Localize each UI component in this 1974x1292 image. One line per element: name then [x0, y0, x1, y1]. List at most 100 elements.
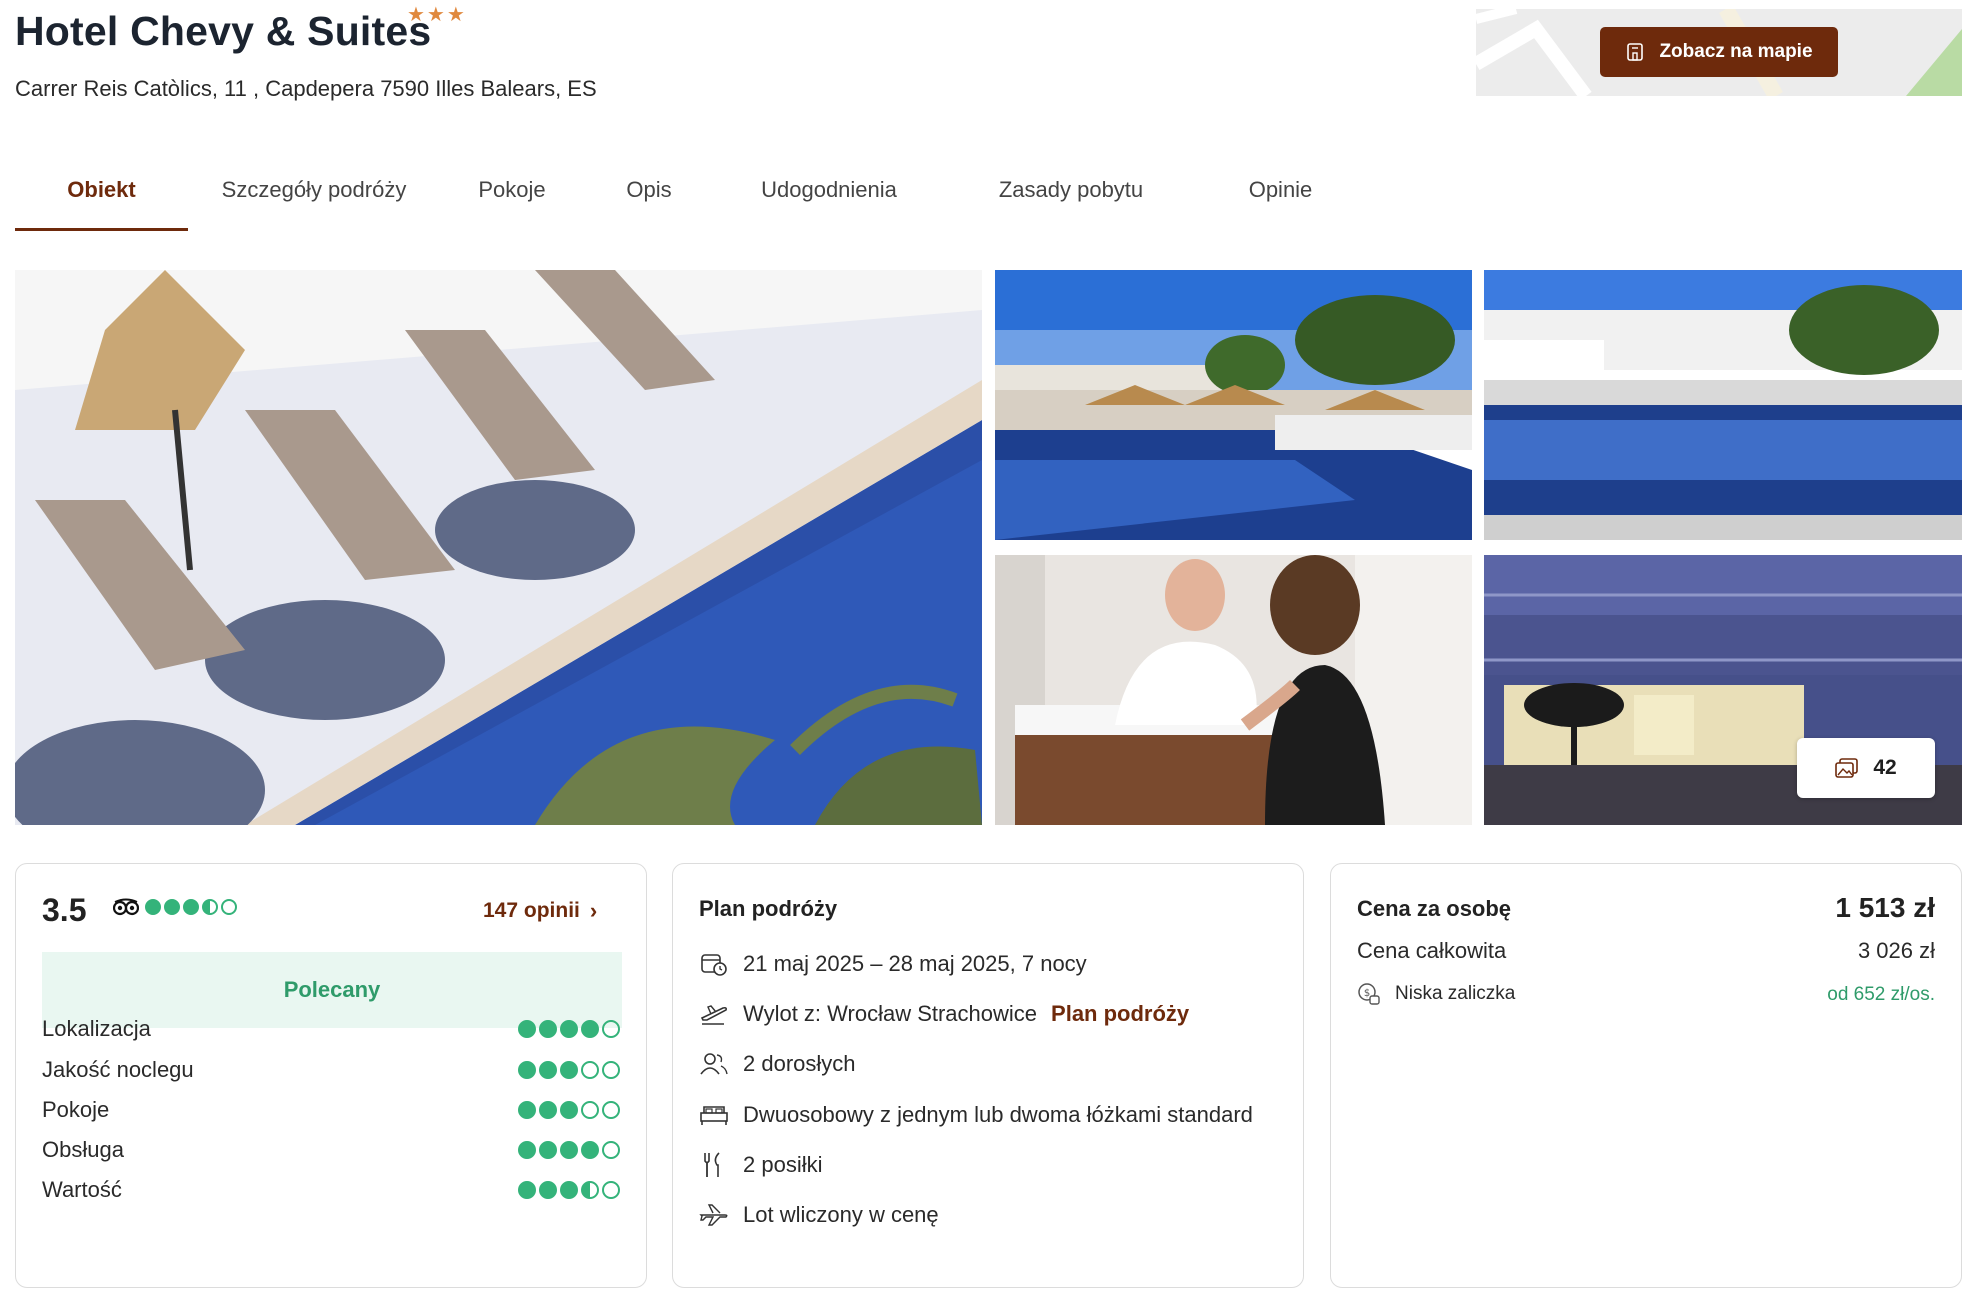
tab-label: Zasady pobytu — [998, 177, 1144, 202]
rating-dot-empty — [602, 1020, 620, 1038]
chevron-right-icon: › — [589, 898, 598, 923]
price-total-label: Cena całkowita — [1357, 938, 1507, 963]
tab-label: Opinie — [1248, 177, 1313, 202]
plane-icon — [699, 1204, 728, 1226]
price-per-person-label: Cena za osobę — [1357, 896, 1512, 921]
price-per-person-value: 1 513 zł — [1835, 892, 1935, 923]
rating-dot-full — [518, 1101, 536, 1119]
building-icon — [1627, 43, 1644, 61]
users-icon — [700, 1053, 728, 1075]
plan-flight-row: Lot wliczony w cenę — [699, 1201, 939, 1229]
travel-plan-card: Plan podróży 21 maj 2025 – 28 maj 2025, … — [672, 863, 1304, 1288]
rating-card: 3.5 147 opinii › Polecany Lokalizacja Ja… — [15, 863, 647, 1288]
plan-flight: Lot wliczony w cenę — [743, 1202, 939, 1227]
rating-dot-full — [560, 1061, 578, 1079]
tab-obiekt[interactable]: Obiekt — [15, 165, 188, 231]
rating-dot-full — [145, 899, 161, 915]
tripadvisor-dots — [145, 899, 240, 915]
rating-dot-full — [581, 1020, 599, 1038]
plan-departure: Wylot z: Wrocław Strachowice — [743, 1001, 1038, 1026]
plan-title: Plan podróży — [699, 896, 838, 921]
tab-label: Udogodnienia — [761, 177, 897, 202]
rating-dot-full — [560, 1101, 578, 1119]
reviews-count: 147 opinii — [483, 899, 580, 922]
tab-label: Opis — [626, 177, 672, 202]
rating-row-label: Obsługa — [42, 1137, 124, 1162]
photo-count: 42 — [1873, 756, 1897, 779]
plan-dates-row: 21 maj 2025 – 28 maj 2025, 7 nocy — [699, 950, 1087, 978]
deposit-value: od 652 zł/os. — [1827, 984, 1935, 1005]
plan-meals: 2 posiłki — [743, 1152, 823, 1177]
rating-dot-full — [539, 1061, 557, 1079]
gallery-photo-reception[interactable] — [995, 555, 1472, 825]
tab-udogodnienia[interactable]: Udogodnienia — [714, 165, 944, 231]
rating-dot-full — [164, 899, 180, 915]
rating-dot-full — [560, 1141, 578, 1159]
bed-icon — [700, 1106, 728, 1125]
rating-row-dots — [517, 1141, 622, 1159]
rating-dot-full — [560, 1181, 578, 1199]
rating-dot-full — [539, 1141, 557, 1159]
rating-score: 3.5 — [42, 892, 87, 928]
rating-row-value: Wartość — [42, 1177, 622, 1203]
rating-dot-full — [518, 1181, 536, 1199]
deposit-row: $ Niska zaliczka — [1357, 982, 1515, 1006]
rating-dot-empty — [602, 1181, 620, 1199]
calendar-clock-icon — [701, 954, 727, 976]
rating-dot-empty — [581, 1061, 599, 1079]
deposit-label: Niska zaliczka — [1395, 983, 1516, 1004]
rating-dot-full — [518, 1020, 536, 1038]
tab-opinie[interactable]: Opinie — [1198, 165, 1363, 231]
tab-opis[interactable]: Opis — [584, 165, 714, 231]
gallery-main-photo[interactable] — [15, 270, 982, 825]
images-icon — [1835, 758, 1859, 778]
plan-departure-row: Wylot z: Wrocław Strachowice Plan podróż… — [699, 1000, 1189, 1028]
rating-row-rooms: Pokoje — [42, 1097, 622, 1123]
rating-row-dots — [517, 1101, 622, 1119]
tab-label: Pokoje — [478, 177, 546, 202]
tab-label: Szczegóły podróży — [221, 177, 407, 202]
reviews-link[interactable]: 147 opinii › — [483, 898, 597, 924]
rating-dot-full — [581, 1141, 599, 1159]
rating-dot-empty — [602, 1141, 620, 1159]
rating-dot-full — [539, 1020, 557, 1038]
deposit-icon: $ — [1358, 983, 1380, 1005]
rating-row-label: Lokalizacja — [42, 1016, 151, 1041]
gallery-photo-pool-1[interactable] — [995, 270, 1472, 540]
rating-dot-full — [518, 1061, 536, 1079]
rating-dot-full — [539, 1101, 557, 1119]
plan-guests-row: 2 dorosłych — [699, 1050, 856, 1078]
tab-label: Obiekt — [67, 177, 136, 202]
rating-dot-half — [581, 1181, 599, 1199]
show-on-map-label: Zobacz na mapie — [1659, 41, 1813, 62]
plan-guests: 2 dorosłych — [743, 1051, 856, 1076]
hotel-stars: ★★★ — [407, 4, 467, 26]
plan-dates: 21 maj 2025 – 28 maj 2025, 7 nocy — [743, 951, 1087, 976]
tab-zasady-pobytu[interactable]: Zasady pobytu — [944, 165, 1198, 231]
tripadvisor-icon — [113, 898, 139, 916]
rating-dot-empty — [581, 1101, 599, 1119]
section-tabs: Obiekt Szczegóły podróży Pokoje Opis Udo… — [15, 165, 1363, 231]
rating-row-dots — [517, 1020, 622, 1038]
rating-row-location: Lokalizacja — [42, 1016, 622, 1042]
hotel-name: Hotel Chevy & Suites — [15, 8, 432, 54]
svg-text:$: $ — [1364, 988, 1370, 999]
tab-pokoje[interactable]: Pokoje — [440, 165, 584, 231]
rating-row-dots — [517, 1061, 622, 1079]
gallery-photo-pool-2[interactable] — [1484, 270, 1962, 540]
plan-details-link[interactable]: Plan podróży — [1051, 1001, 1189, 1027]
rating-row-service: Obsługa — [42, 1137, 622, 1163]
show-all-photos-button[interactable]: 42 — [1797, 738, 1935, 798]
rating-dot-full — [560, 1020, 578, 1038]
tab-szczegoly-podrozy[interactable]: Szczegóły podróży — [188, 165, 440, 231]
plan-room: Dwuosobowy z jednym lub dwoma łóżkami st… — [743, 1102, 1253, 1127]
rating-dot-full — [183, 899, 199, 915]
show-on-map-button[interactable]: Zobacz na mapie — [1600, 27, 1838, 77]
rating-row-label: Wartość — [42, 1177, 122, 1202]
hotel-address: Carrer Reis Catòlics, 11 , Capdepera 759… — [15, 76, 597, 101]
plan-room-row: Dwuosobowy z jednym lub dwoma łóżkami st… — [699, 1101, 1253, 1129]
rating-row-quality: Jakość noclegu — [42, 1057, 622, 1083]
rating-dot-empty — [602, 1101, 620, 1119]
cutlery-icon — [704, 1152, 720, 1177]
price-card: Cena za osobę 1 513 zł Cena całkowita 3 … — [1330, 863, 1962, 1288]
